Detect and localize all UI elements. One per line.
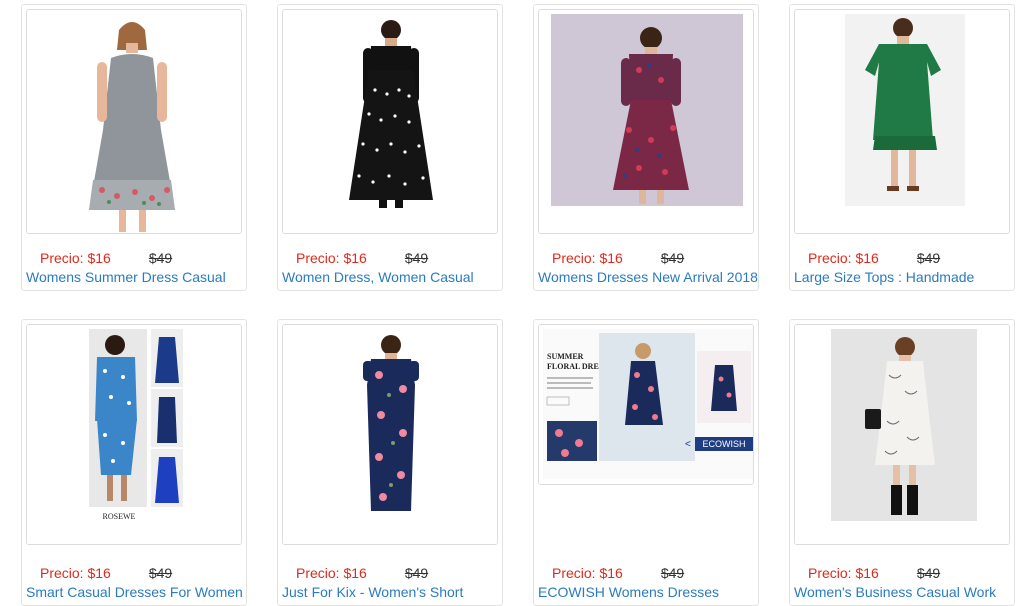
product-title-link[interactable]: ECOWISH Womens Dresses (538, 584, 719, 600)
product-title-link[interactable]: Women's Business Casual Work (794, 584, 996, 600)
price-row: Precio: $16 $49 (296, 565, 428, 581)
sale-price: Precio: $16 (296, 250, 367, 266)
product-card[interactable]: Precio: $16 $49 Womens Summer Dress Casua… (21, 4, 247, 291)
banner-heading: SUMMER (547, 352, 584, 361)
product-image[interactable]: ROSEWE (26, 324, 242, 545)
price-row: Precio: $16 $49 (40, 565, 172, 581)
product-title-link[interactable]: Womens Dresses New Arrival 2018 (538, 269, 758, 285)
sale-price: Precio: $16 (552, 565, 623, 581)
original-price: $49 (660, 565, 685, 581)
product-card[interactable]: Precio: $16 $49 Women's Business Casual W… (789, 319, 1015, 606)
sale-price: Precio: $16 (40, 565, 111, 581)
price-row: Precio: $16 $49 (808, 250, 940, 266)
sale-price: Precio: $16 (552, 250, 623, 266)
product-image[interactable] (794, 324, 1010, 545)
svg-text:<: < (685, 439, 691, 450)
original-price: $49 (916, 565, 941, 581)
price-row: Precio: $16 $49 (552, 565, 684, 581)
sale-price: Precio: $16 (296, 565, 367, 581)
price-row: Precio: $16 $49 (808, 565, 940, 581)
original-price: $49 (404, 565, 429, 581)
product-title-link[interactable]: Large Size Tops : Handmade (794, 269, 974, 285)
product-title-link[interactable]: Just For Kix - Women's Short (282, 584, 463, 600)
original-price: $49 (148, 250, 173, 266)
original-price: $49 (404, 250, 429, 266)
product-image[interactable]: SUMMER FLORAL DRESS < ECOWISH (538, 324, 754, 485)
original-price: $49 (660, 250, 685, 266)
price-row: Precio: $16 $49 (40, 250, 172, 266)
sale-price: Precio: $16 (40, 250, 111, 266)
price-row: Precio: $16 $49 (296, 250, 428, 266)
product-image[interactable] (282, 9, 498, 234)
product-title-link[interactable]: Women Dress, Women Casual (282, 269, 474, 285)
product-title-link[interactable]: Smart Casual Dresses For Women (26, 584, 243, 600)
ecowish-badge: ECOWISH (702, 439, 745, 449)
product-grid: Precio: $16 $49 Womens Summer Dress Casua… (0, 0, 1024, 606)
product-card[interactable]: ROSEWE Precio: $16 $49 Smart Casual Dress… (21, 319, 247, 606)
price-row: Precio: $16 $49 (552, 250, 684, 266)
sale-price: Precio: $16 (808, 565, 879, 581)
product-image[interactable] (282, 324, 498, 545)
product-title-link[interactable]: Womens Summer Dress Casual (26, 269, 226, 285)
sale-price: Precio: $16 (808, 250, 879, 266)
brand-watermark: ROSEWE (103, 512, 136, 521)
product-card[interactable]: Precio: $16 $49 Just For Kix - Women's Sh… (277, 319, 503, 606)
product-image[interactable] (538, 9, 754, 234)
product-card[interactable]: Precio: $16 $49 Women Dress, Women Casual (277, 4, 503, 291)
product-image[interactable] (794, 9, 1010, 234)
original-price: $49 (916, 250, 941, 266)
original-price: $49 (148, 565, 173, 581)
product-card[interactable]: Precio: $16 $49 Womens Dresses New Arriva… (533, 4, 759, 291)
product-card[interactable]: Precio: $16 $49 Large Size Tops : Handmad… (789, 4, 1015, 291)
product-card[interactable]: SUMMER FLORAL DRESS < ECOWISH Precio: $1… (533, 319, 759, 606)
product-image[interactable] (26, 9, 242, 234)
